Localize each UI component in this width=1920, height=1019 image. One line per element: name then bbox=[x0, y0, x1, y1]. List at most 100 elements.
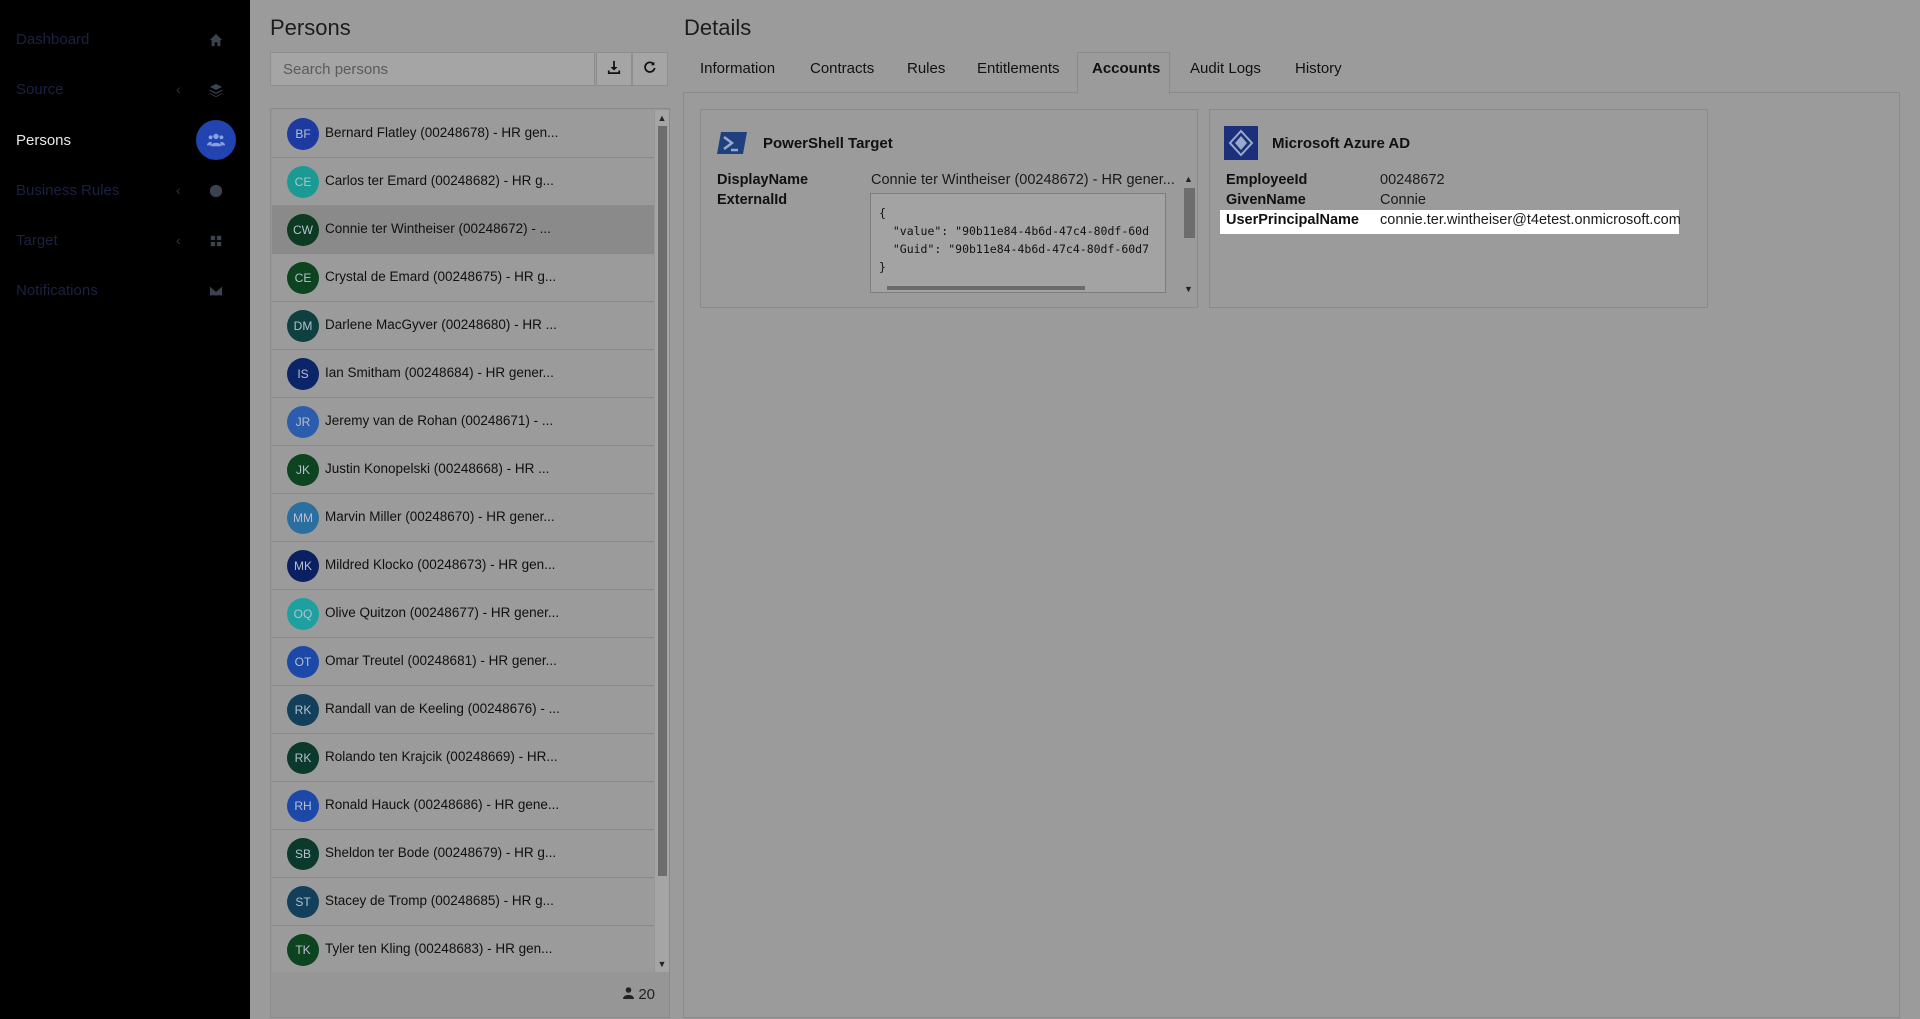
nav-source[interactable]: Source ‹ bbox=[0, 65, 250, 115]
person-row[interactable]: TK Tyler ten Kling (00248683) - HR gen... bbox=[272, 926, 654, 972]
person-row[interactable]: RK Rolando ten Krajcik (00248669) - HR... bbox=[272, 734, 654, 782]
powershell-title: PowerShell Target bbox=[763, 135, 893, 152]
avatar: RK bbox=[287, 742, 319, 774]
avatar: OT bbox=[287, 646, 319, 678]
person-row[interactable]: CE Crystal de Emard (00248675) - HR g... bbox=[272, 254, 654, 302]
displayname-value: Connie ter Wintheiser (00248672) - HR ge… bbox=[871, 172, 1175, 188]
person-row[interactable]: JK Justin Konopelski (00248668) - HR ... bbox=[272, 446, 654, 494]
person-row[interactable]: RH Ronald Hauck (00248686) - HR gene... bbox=[272, 782, 654, 830]
persons-list: BF Bernard Flatley (00248678) - HR gen...… bbox=[272, 110, 654, 972]
givenname-key: GivenName bbox=[1226, 192, 1306, 208]
person-row[interactable]: ST Stacey de Tromp (00248685) - HR g... bbox=[272, 878, 654, 926]
envelope-icon bbox=[208, 283, 224, 299]
code-line: "Guid": "90b11e84-4b6d-47c4-80df-60d7 bbox=[879, 242, 1150, 256]
scroll-up-arrow-icon[interactable]: ▲ bbox=[657, 113, 667, 123]
download-icon bbox=[607, 60, 621, 79]
tab-rules[interactable]: Rules bbox=[907, 60, 945, 77]
avatar: OQ bbox=[287, 598, 319, 630]
person-name: Ian Smitham (00248684) - HR gener... bbox=[325, 365, 554, 380]
scroll-down-arrow-icon[interactable]: ▼ bbox=[1184, 284, 1193, 294]
nav-persons[interactable]: Persons bbox=[0, 116, 250, 166]
externalid-code-box[interactable]: { "value": "90b11e84-4b6d-47c4-80df-60d … bbox=[870, 193, 1166, 293]
person-name: Mildred Klocko (00248673) - HR gen... bbox=[325, 557, 556, 572]
tab-history[interactable]: History bbox=[1295, 60, 1342, 77]
person-name: Randall van de Keeling (00248676) - ... bbox=[325, 701, 560, 716]
search-input[interactable] bbox=[270, 52, 595, 86]
code-horizontal-scrollbar[interactable] bbox=[887, 286, 1085, 290]
givenname-value: Connie bbox=[1380, 192, 1426, 208]
chevron-left-icon: ‹ bbox=[176, 81, 181, 97]
card-scroll-thumb[interactable] bbox=[1184, 188, 1195, 238]
person-row[interactable]: MM Marvin Miller (00248670) - HR gener... bbox=[272, 494, 654, 542]
employeeid-value: 00248672 bbox=[1380, 172, 1445, 188]
person-name: Bernard Flatley (00248678) - HR gen... bbox=[325, 125, 559, 140]
code-line: } bbox=[879, 260, 886, 274]
nav-notifications[interactable]: Notifications bbox=[0, 266, 250, 316]
person-name: Crystal de Emard (00248675) - HR g... bbox=[325, 269, 557, 284]
person-row[interactable]: MK Mildred Klocko (00248673) - HR gen... bbox=[272, 542, 654, 590]
details-title: Details bbox=[684, 15, 752, 40]
scroll-thumb[interactable] bbox=[658, 126, 667, 876]
chevron-left-icon: ‹ bbox=[176, 232, 181, 248]
person-name: Jeremy van de Rohan (00248671) - ... bbox=[325, 413, 554, 428]
person-row[interactable]: RK Randall van de Keeling (00248676) - ..… bbox=[272, 686, 654, 734]
nav-target[interactable]: Target ‹ bbox=[0, 216, 250, 266]
nav-persons-label: Persons bbox=[16, 132, 72, 149]
code-line: "value": "90b11e84-4b6d-47c4-80df-60d bbox=[879, 224, 1150, 238]
person-count: 20 bbox=[623, 986, 655, 1003]
powershell-target-card: PowerShell Target DisplayName Connie ter… bbox=[700, 109, 1198, 308]
nav-business-rules[interactable]: Business Rules ‹ bbox=[0, 166, 250, 216]
person-name: Olive Quitzon (00248677) - HR gener... bbox=[325, 605, 560, 620]
nav-source-label: Source bbox=[16, 81, 64, 98]
globe-icon bbox=[208, 183, 224, 199]
nav-target-label: Target bbox=[16, 232, 58, 249]
person-row[interactable]: DM Darlene MacGyver (00248680) - HR ... bbox=[272, 302, 654, 350]
chevron-left-icon: ‹ bbox=[176, 182, 181, 198]
list-scrollbar[interactable]: ▲ ▼ bbox=[655, 110, 669, 972]
person-row[interactable]: OQ Olive Quitzon (00248677) - HR gener... bbox=[272, 590, 654, 638]
person-name: Sheldon ter Bode (00248679) - HR g... bbox=[325, 845, 557, 860]
person-name: Omar Treutel (00248681) - HR gener... bbox=[325, 653, 557, 668]
persons-title: Persons bbox=[270, 15, 351, 40]
code-line: { bbox=[879, 206, 886, 220]
scroll-up-arrow-icon[interactable]: ▲ bbox=[1184, 174, 1193, 184]
scroll-down-arrow-icon[interactable]: ▼ bbox=[657, 959, 667, 969]
avatar: IS bbox=[287, 358, 319, 390]
nav-dashboard[interactable]: Dashboard bbox=[0, 15, 250, 65]
person-row[interactable]: OT Omar Treutel (00248681) - HR gener... bbox=[272, 638, 654, 686]
card-vertical-scrollbar[interactable]: ▲ ▼ bbox=[1182, 172, 1197, 296]
person-count-value: 20 bbox=[638, 986, 655, 1003]
person-row[interactable]: IS Ian Smitham (00248684) - HR gener... bbox=[272, 350, 654, 398]
person-row[interactable]: JR Jeremy van de Rohan (00248671) - ... bbox=[272, 398, 654, 446]
tab-contracts[interactable]: Contracts bbox=[810, 60, 874, 77]
avatar: JR bbox=[287, 406, 319, 438]
person-name: Tyler ten Kling (00248683) - HR gen... bbox=[325, 941, 553, 956]
users-icon bbox=[196, 120, 236, 160]
avatar: MM bbox=[287, 502, 319, 534]
refresh-button[interactable] bbox=[632, 52, 668, 86]
tab-accounts[interactable]: Accounts bbox=[1092, 60, 1160, 77]
refresh-icon bbox=[643, 60, 657, 79]
tab-entitlements[interactable]: Entitlements bbox=[977, 60, 1060, 77]
avatar: MK bbox=[287, 550, 319, 582]
person-row[interactable]: BF Bernard Flatley (00248678) - HR gen... bbox=[272, 110, 654, 158]
tab-information[interactable]: Information bbox=[700, 60, 775, 77]
avatar: SB bbox=[287, 838, 319, 870]
avatar: DM bbox=[287, 310, 319, 342]
person-row[interactable]: SB Sheldon ter Bode (00248679) - HR g... bbox=[272, 830, 654, 878]
sidebar: Dashboard Source ‹ Persons Business Rule… bbox=[0, 0, 250, 1019]
user-icon bbox=[623, 986, 635, 1003]
person-row[interactable]: CW Connie ter Wintheiser (00248672) - ... bbox=[272, 206, 654, 254]
database-icon bbox=[208, 82, 224, 98]
download-button[interactable] bbox=[596, 52, 632, 86]
tab-audit-logs[interactable]: Audit Logs bbox=[1190, 60, 1261, 77]
avatar: TK bbox=[287, 934, 319, 966]
person-name: Ronald Hauck (00248686) - HR gene... bbox=[325, 797, 560, 812]
avatar: JK bbox=[287, 454, 319, 486]
avatar: RH bbox=[287, 790, 319, 822]
person-name: Rolando ten Krajcik (00248669) - HR... bbox=[325, 749, 558, 764]
nav-notifications-label: Notifications bbox=[16, 282, 98, 299]
person-row[interactable]: CE Carlos ter Emard (00248682) - HR g... bbox=[272, 158, 654, 206]
avatar: ST bbox=[287, 886, 319, 918]
home-icon bbox=[208, 32, 224, 48]
